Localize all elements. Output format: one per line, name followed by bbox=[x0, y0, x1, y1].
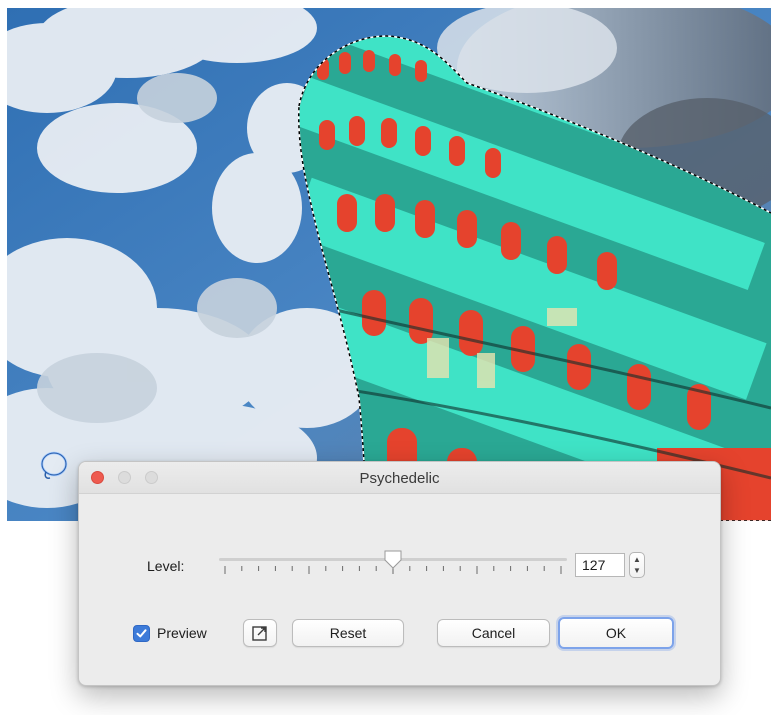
stepper-down-icon[interactable]: ▼ bbox=[630, 567, 644, 575]
reset-button[interactable]: Reset bbox=[292, 619, 404, 647]
photo-artwork bbox=[7, 8, 771, 521]
cancel-button[interactable]: Cancel bbox=[437, 619, 550, 647]
up-down-stepper-icon[interactable]: ▲ ▼ bbox=[629, 552, 645, 578]
level-slider[interactable] bbox=[217, 548, 569, 580]
checkmark-icon bbox=[136, 629, 147, 638]
slider-thumb[interactable] bbox=[384, 550, 402, 569]
stepper-up-icon[interactable]: ▲ bbox=[630, 556, 644, 564]
preview-checkbox[interactable] bbox=[133, 625, 150, 642]
lasso-icon[interactable] bbox=[36, 448, 72, 484]
level-value-field[interactable]: 127 bbox=[575, 553, 625, 577]
dialog-title: Psychedelic bbox=[359, 470, 440, 487]
level-label: Level: bbox=[147, 558, 185, 574]
ok-button[interactable]: OK bbox=[558, 617, 674, 649]
psychedelic-dialog: Psychedelic Level: 127 ▲ ▼ Preview Reset… bbox=[78, 461, 721, 686]
canvas-image[interactable] bbox=[7, 8, 771, 521]
open-in-window-button[interactable] bbox=[243, 619, 277, 647]
dialog-titlebar[interactable]: Psychedelic bbox=[79, 462, 720, 494]
open-in-window-icon bbox=[252, 626, 267, 641]
preview-label[interactable]: Preview bbox=[157, 625, 207, 641]
